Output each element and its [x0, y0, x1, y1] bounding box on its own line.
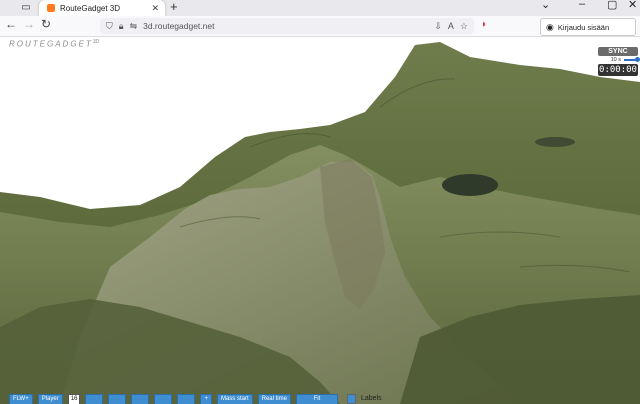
- permissions-icon[interactable]: ⇋: [130, 21, 138, 32]
- step-back-button[interactable]: [131, 394, 150, 404]
- clock-display: 0:00:00: [598, 64, 638, 76]
- app-logo-text: ROUTEGADGET: [9, 39, 93, 49]
- forward-button[interactable]: [177, 394, 196, 404]
- sync-rate-slider[interactable]: [624, 57, 640, 62]
- labels-label: Labels: [360, 395, 382, 402]
- terrain-3d-view[interactable]: ROUTEGADGET3D SYNC 10 s 0:00:00: [0, 37, 640, 404]
- fit-button[interactable]: Fit: [295, 394, 338, 404]
- sync-panel: SYNC 10 s 0:00:00: [598, 47, 640, 76]
- pocket-icon[interactable]: ◗: [481, 19, 487, 30]
- address-bar[interactable]: ⛉ 🔒︎ ⇋ 3d.routegadget.net ⇩ A ☆: [100, 18, 474, 34]
- download-icon[interactable]: ⇩: [434, 21, 442, 32]
- app-logo-suffix: 3D: [92, 39, 100, 45]
- new-tab-icon[interactable]: +: [170, 0, 178, 14]
- tab-routegadget[interactable]: RouteGadget 3D ✕: [39, 0, 165, 16]
- signin-button[interactable]: ◉ Kirjaudu sisään: [540, 18, 636, 36]
- tab-overflow-icon[interactable]: ⌄: [541, 0, 550, 11]
- close-icon[interactable]: ✕: [151, 3, 159, 14]
- forward-icon[interactable]: →: [23, 17, 35, 31]
- player-button[interactable]: Player: [37, 394, 63, 404]
- shield-icon[interactable]: ⛉: [106, 21, 113, 32]
- back-icon[interactable]: ←: [5, 17, 17, 31]
- terrain-canvas[interactable]: [0, 37, 640, 404]
- app-logo: ROUTEGADGET3D: [9, 39, 99, 49]
- sync-rate[interactable]: 10 s: [598, 56, 640, 64]
- tab-bar: ▭ RouteGadget 3D ✕ + ⌄ – ▢ ✕: [0, 0, 640, 16]
- real-time-button[interactable]: Real time: [257, 394, 291, 404]
- rewind-button[interactable]: [108, 394, 127, 404]
- account-icon: ◉: [546, 21, 554, 32]
- signin-label: Kirjaudu sisään: [557, 22, 610, 32]
- reload-icon[interactable]: ↻: [41, 17, 51, 31]
- rewind-fast-button[interactable]: [85, 394, 104, 404]
- playback-toolbar: FLW+ Player 16 + Mass start Real time Fi…: [9, 394, 439, 404]
- mass-start-button[interactable]: Mass start: [216, 394, 253, 404]
- browser-window: ▭ RouteGadget 3D ✕ + ⌄ – ▢ ✕ ← → ↻ ⛉ 🔒︎ …: [0, 0, 640, 404]
- tab-title: RouteGadget 3D: [60, 3, 121, 13]
- zoom-in-button[interactable]: +: [200, 394, 212, 404]
- lock-icon[interactable]: 🔒︎: [119, 21, 124, 32]
- tab-list-icon[interactable]: ▭: [18, 0, 34, 14]
- maximize-icon[interactable]: ▢: [607, 0, 617, 11]
- follow-button[interactable]: FLW+: [9, 394, 33, 404]
- window-close-icon[interactable]: ✕: [628, 0, 637, 11]
- play-button[interactable]: [154, 394, 173, 404]
- nav-bar: ← → ↻ ⛉ 🔒︎ ⇋ 3d.routegadget.net ⇩ A ☆ ◗ …: [0, 16, 640, 37]
- sync-rate-label: 10 s: [610, 57, 621, 63]
- translate-icon[interactable]: A: [448, 21, 454, 31]
- minimize-icon[interactable]: –: [579, 0, 585, 10]
- sync-button[interactable]: SYNC: [598, 47, 638, 56]
- speed-select[interactable]: 16: [67, 394, 81, 404]
- labels-checkbox[interactable]: [346, 394, 356, 404]
- url-text[interactable]: 3d.routegadget.net: [143, 21, 434, 31]
- bookmark-star-icon[interactable]: ☆: [460, 21, 468, 32]
- favicon-icon: [47, 4, 55, 12]
